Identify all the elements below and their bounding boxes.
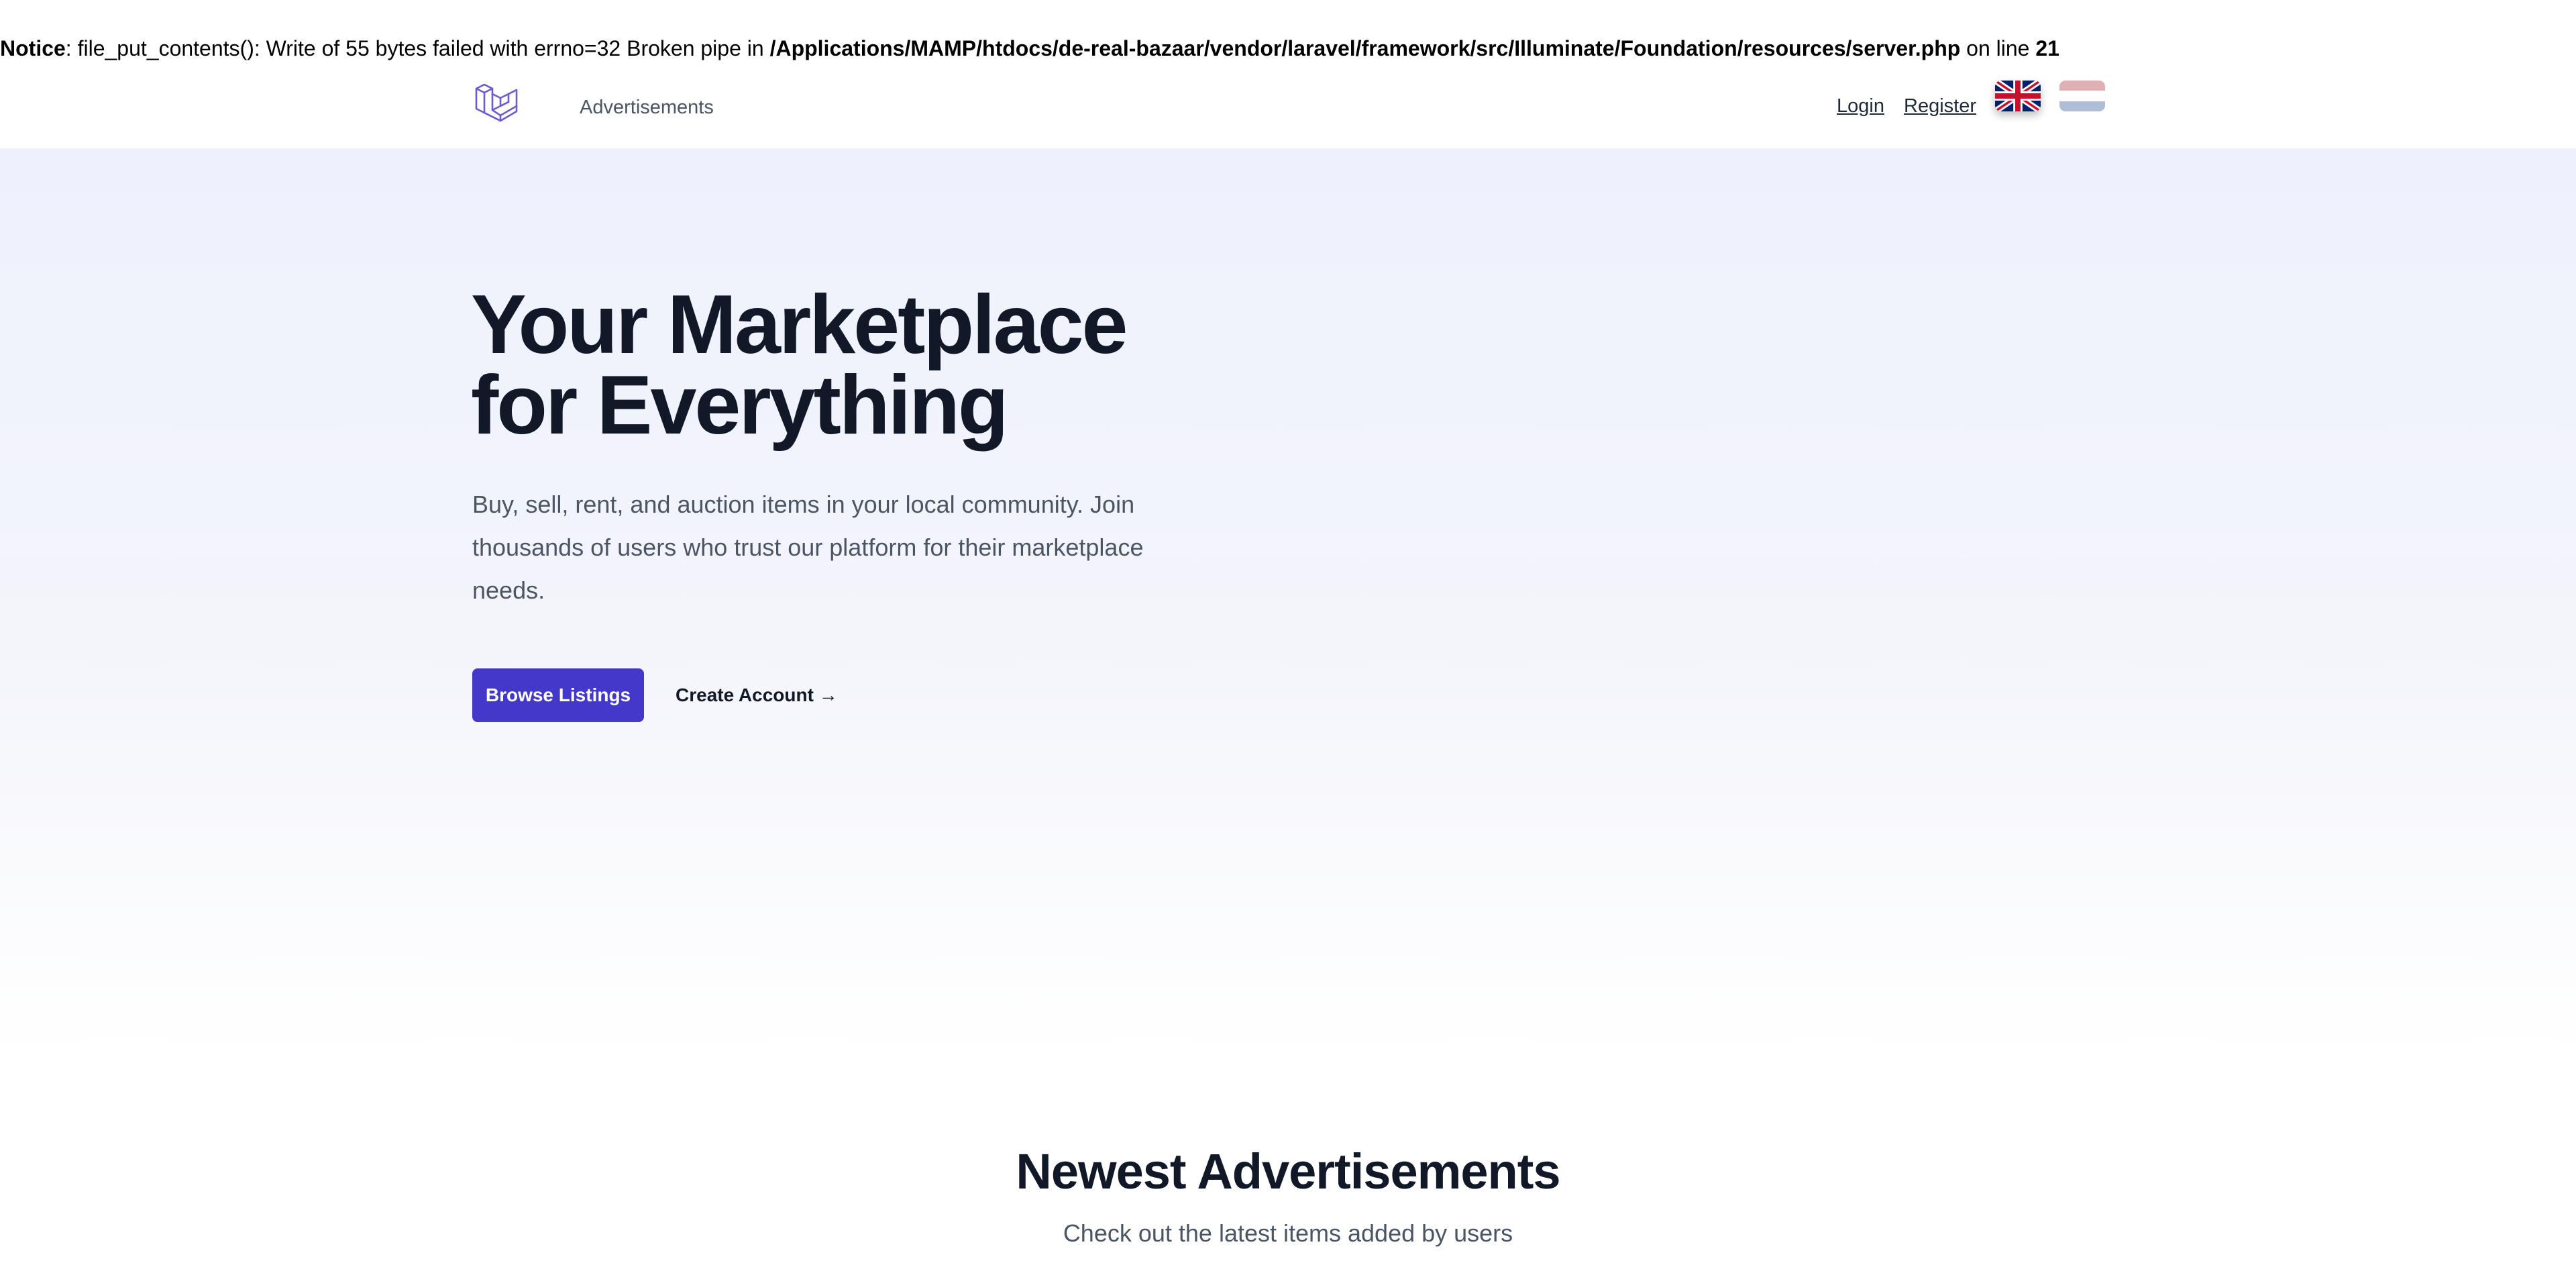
netherlands-flag-icon[interactable] bbox=[2059, 81, 2105, 111]
hero-description: Buy, sell, rent, and auction items in yo… bbox=[472, 491, 1144, 604]
register-link[interactable]: Register bbox=[1904, 94, 1976, 118]
nav-advertisements-link[interactable]: Advertisements bbox=[580, 95, 714, 119]
notice-label: Notice bbox=[0, 36, 66, 60]
notice-message: : file_put_contents(): Write of 55 bytes… bbox=[65, 36, 770, 60]
login-link[interactable]: Login bbox=[1837, 94, 1884, 118]
laravel-logo-icon[interactable] bbox=[472, 82, 521, 130]
newest-advertisements-title: Newest Advertisements bbox=[1016, 1144, 1560, 1199]
page: Notice: file_put_contents(): Write of 55… bbox=[0, 0, 2576, 1263]
top-navigation: Advertisements Login Register bbox=[0, 71, 2576, 149]
notice-line-number: 21 bbox=[2035, 36, 2059, 60]
browse-listings-button[interactable]: Browse Listings bbox=[472, 668, 644, 722]
notice-line-text: on line bbox=[1960, 36, 2036, 60]
php-notice: Notice: file_put_contents(): Write of 55… bbox=[0, 32, 2059, 64]
notice-path: /Applications/MAMP/htdocs/de-real-bazaar… bbox=[769, 36, 1961, 60]
hero-title-line-2: for Everything bbox=[471, 359, 1009, 452]
newest-advertisements-subtitle: Check out the latest items added by user… bbox=[1063, 1219, 1513, 1247]
create-account-link[interactable]: Create Account → bbox=[676, 682, 838, 709]
hero-title: Your Marketplace for Everything bbox=[471, 279, 1410, 452]
uk-flag-icon[interactable] bbox=[1995, 81, 2041, 111]
hero-title-line-1: Your Marketplace bbox=[471, 279, 1128, 371]
